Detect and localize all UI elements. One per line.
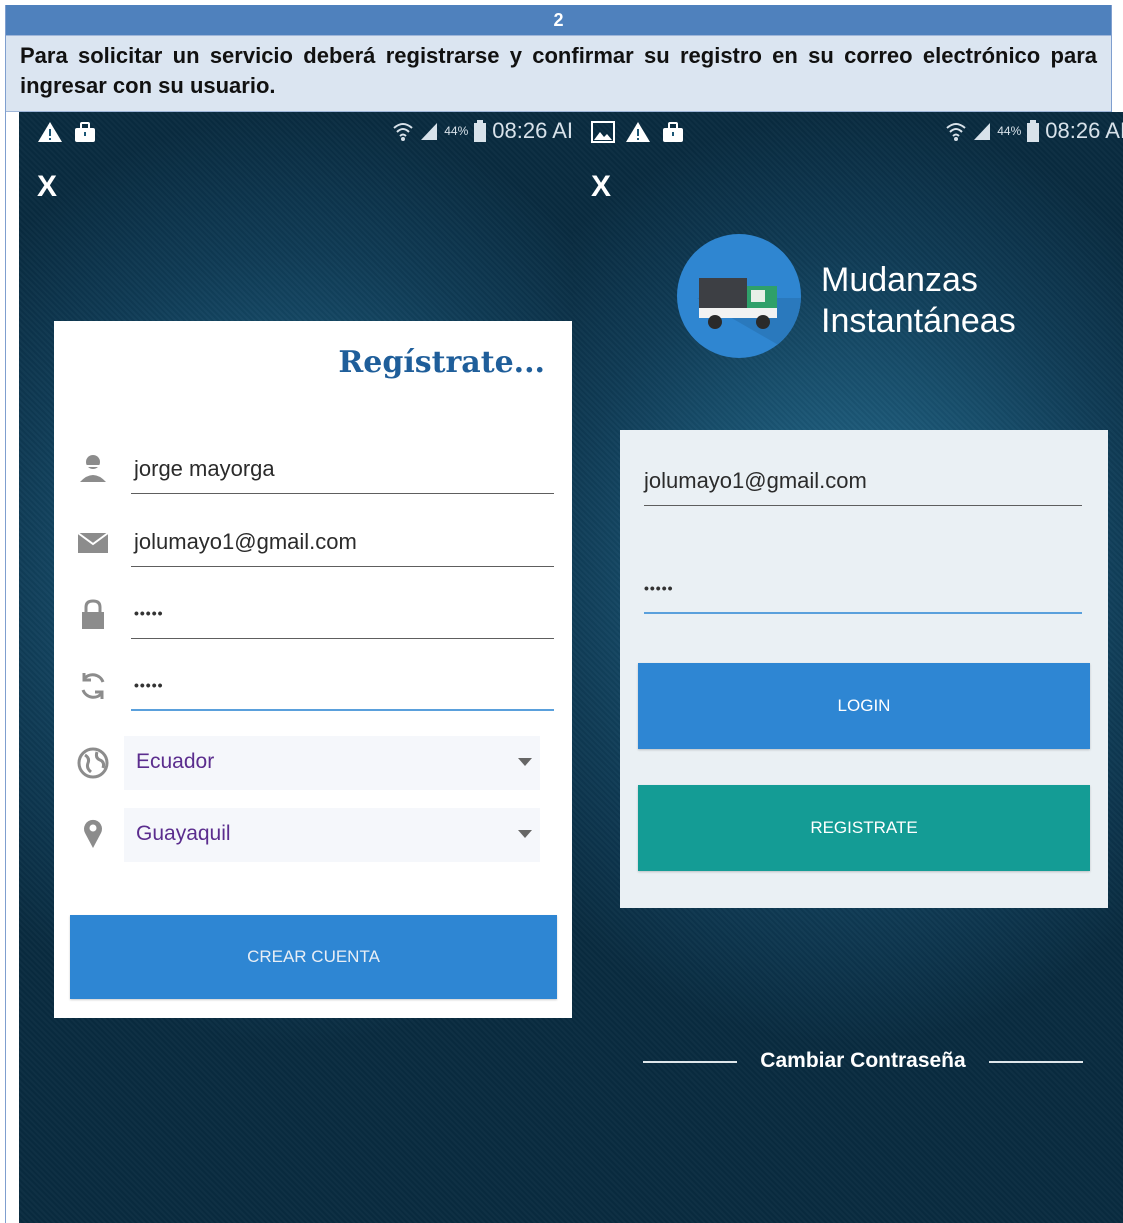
confirm-password-value: ••••• [134,677,164,693]
battery-icon [1027,120,1040,142]
briefcase-icon [663,122,683,142]
city-select[interactable]: Guayaquil [76,808,554,862]
battery-percent: 44% [444,124,469,138]
password-field[interactable]: ••••• [76,591,554,639]
country-select[interactable]: Ecuador [76,736,554,790]
battery-percent: 44% [997,124,1022,138]
login-email-field[interactable]: jolumayo1@gmail.com [644,458,1082,506]
email-value: jolumayo1@gmail.com [134,529,357,554]
status-left-icons [37,120,97,144]
confirm-password-underline [131,709,554,711]
city-value: Guayaquil [136,822,231,845]
briefcase-icon [75,122,95,142]
name-underline [131,493,554,494]
truck-icon [697,278,801,358]
status-time: 08:26 AI [492,118,573,143]
login-button[interactable]: LOGIN [638,663,1090,749]
email-field[interactable]: jolumayo1@gmail.com [76,519,554,567]
globe-icon [77,747,109,779]
country-value: Ecuador [136,750,215,773]
email-underline [131,566,554,567]
location-pin-icon [84,819,102,848]
lock-icon [82,599,104,629]
status-bar: 44% 08:26 AI [573,112,1123,154]
login-password-underline [644,612,1082,614]
wifi-icon [946,123,966,141]
battery-icon [474,120,487,142]
app-name-line1: Mudanzas [821,261,978,299]
status-right: 44% 08:26 AI [392,118,573,144]
name-field[interactable]: jorge mayorga [76,446,554,494]
register-card: Regístrate... jorge mayorga jolumayo1@gm… [54,321,572,1018]
register-screen: 44% 08:26 AI X Regístrate... jorge mayor… [19,112,573,1223]
step-number-header: 2 [6,5,1111,35]
app-logo [677,234,801,358]
password-underline [131,638,554,639]
envelope-icon [77,532,109,553]
refresh-icon [81,673,105,699]
create-account-button[interactable]: CREAR CUENTA [70,915,557,999]
close-button[interactable]: X [37,170,57,204]
caret-down-icon [518,758,532,766]
signal-icon [421,123,438,140]
status-right: 44% 08:26 AI [945,118,1123,144]
status-bar: 44% 08:26 AI [19,112,573,154]
password-value: ••••• [134,605,164,621]
status-time: 08:26 AI [1045,118,1123,143]
name-value: jorge mayorga [134,456,275,481]
register-title: Regístrate... [338,345,545,380]
login-email-underline [644,505,1082,506]
status-left-icons [591,120,685,144]
warning-icon [626,122,650,142]
login-email-value: jolumayo1@gmail.com [644,468,867,493]
warning-icon [38,122,62,142]
person-icon [80,455,106,482]
wifi-icon [393,123,413,141]
login-card: jolumayo1@gmail.com ••••• LOGIN REGISTRA… [620,430,1108,908]
image-icon [591,121,615,143]
caret-down-icon [518,830,532,838]
signal-icon [974,123,991,140]
login-screen: 44% 08:26 AI X Mudanzas Instantáneas jol… [573,112,1123,1223]
confirm-password-field[interactable]: ••••• [76,663,554,711]
app-name: Mudanzas Instantáneas [821,260,1016,342]
app-name-line2: Instantáneas [821,302,1016,340]
login-password-value: ••••• [644,580,674,596]
login-password-field[interactable]: ••••• [644,566,1082,614]
instruction-text: Para solicitar un servicio deberá regist… [6,35,1111,112]
register-button[interactable]: REGISTRATE [638,785,1090,871]
change-password-link[interactable]: Cambiar Contraseña [643,1049,1083,1073]
close-button[interactable]: X [591,170,611,204]
change-password-row: Cambiar Contraseña [643,1047,1083,1077]
